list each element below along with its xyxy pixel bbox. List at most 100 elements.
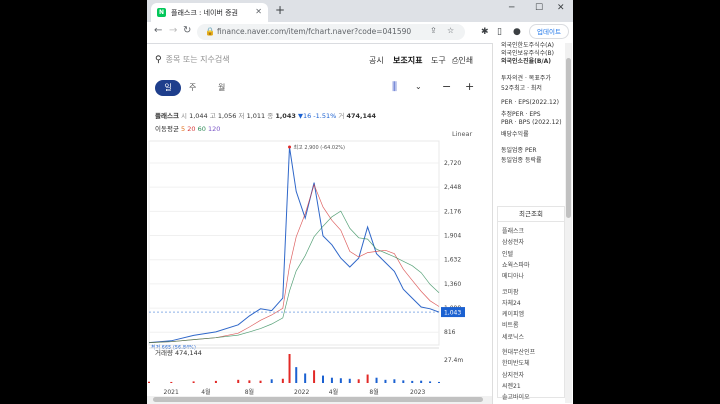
recent-item[interactable]: 솔고바이오 bbox=[502, 392, 530, 401]
price-change: ▼16 -1.51% bbox=[297, 112, 337, 120]
profile-avatar-icon[interactable]: ● bbox=[513, 27, 521, 37]
recent-item[interactable]: 세로닉스 bbox=[502, 332, 524, 341]
close-tab-icon[interactable]: ✕ bbox=[255, 7, 262, 16]
volume-title: 거래량 474,144 bbox=[155, 348, 202, 357]
chevron-down-icon[interactable]: ⌄ bbox=[415, 82, 422, 91]
recent-item[interactable]: 씨젠21 bbox=[502, 381, 521, 390]
zoom-in-icon[interactable]: + bbox=[465, 80, 474, 93]
volume-tick-label: 27.4m bbox=[444, 357, 463, 364]
y-tick-label: 2,176 bbox=[444, 208, 461, 215]
zoom-out-icon[interactable]: − bbox=[442, 80, 451, 93]
open-price: 1,044 bbox=[189, 112, 208, 120]
side-info-item: 52주최고 · 최저 bbox=[501, 85, 542, 92]
current-price-label: 1,043 bbox=[444, 310, 461, 317]
recent-item[interactable]: 인텔 bbox=[502, 249, 513, 258]
update-button[interactable]: 업데이트 bbox=[529, 24, 569, 39]
recent-item[interactable]: 삼성전자 bbox=[502, 237, 524, 246]
x-tick-label: 8월 bbox=[369, 388, 378, 396]
ma-120: 120 bbox=[207, 125, 221, 133]
recent-item[interactable]: 메디아나 bbox=[502, 271, 524, 280]
page-content: ⚲ 종목 또는 지수검색 공시 보조지표 도구 ⎙인쇄 일 주 월 ⫼ ⌄ − +… bbox=[147, 42, 573, 404]
bookmark-star-icon[interactable]: ☆ bbox=[447, 26, 454, 35]
volume-bar bbox=[339, 378, 342, 383]
x-tick-label: 8월 bbox=[245, 388, 254, 396]
minimize-icon[interactable]: ─ bbox=[509, 3, 514, 13]
volume-bar bbox=[384, 379, 387, 383]
y-tick-label: 2,720 bbox=[444, 160, 461, 167]
side-info-item: 추정PER · EPS bbox=[501, 111, 541, 118]
search-icon[interactable]: ⚲ bbox=[155, 55, 162, 65]
recent-item[interactable]: 코미팜 bbox=[502, 287, 519, 296]
close-window-icon[interactable]: ✕ bbox=[557, 3, 565, 13]
y-tick-label: 1,904 bbox=[444, 233, 461, 240]
link-indicators[interactable]: 보조지표 bbox=[393, 55, 422, 66]
tab-title: 플래스크 : 네이버 증권 bbox=[171, 9, 238, 17]
price-summary: 플래스크 시 1,044 고 1,056 저 1,011 종 1,043 ▼16… bbox=[155, 112, 377, 120]
ma-60: 60 bbox=[197, 125, 206, 133]
tab-weekly[interactable]: 주 bbox=[189, 80, 196, 96]
vertical-scroll-thumb[interactable] bbox=[566, 58, 571, 218]
recent-item[interactable]: 현대무산인프 bbox=[502, 347, 535, 356]
volume-bar bbox=[288, 354, 291, 383]
max-annotation: 최고 2,900 (-64.02%) bbox=[294, 144, 346, 151]
candlestick-icon[interactable]: ⫼ bbox=[392, 80, 397, 94]
new-tab-icon[interactable]: + bbox=[275, 3, 285, 17]
browser-tab[interactable]: N 플래스크 : 네이버 증권 ✕ bbox=[151, 3, 268, 22]
side-info-item: PER · EPS(2022.12) bbox=[501, 99, 560, 106]
x-tick-label: 2022 bbox=[294, 389, 309, 396]
side-info-item: 동일업종 PER bbox=[501, 147, 537, 154]
max-point bbox=[288, 145, 292, 149]
tab-monthly[interactable]: 월 bbox=[218, 80, 225, 96]
recent-item[interactable]: 삼지전자 bbox=[502, 370, 524, 379]
volume-bar bbox=[402, 380, 405, 383]
volume-bar bbox=[313, 370, 316, 383]
volume-value: 474,144 bbox=[346, 112, 377, 120]
volume-bar bbox=[148, 381, 150, 383]
volume-bar bbox=[420, 380, 423, 383]
recent-item[interactable]: 쇼웍스파마 bbox=[502, 260, 530, 269]
recent-item[interactable]: 자체24 bbox=[502, 298, 521, 307]
side-info-item: PBR · BPS (2022.12) bbox=[501, 119, 562, 126]
browser-window: N 플래스크 : 네이버 증권 ✕ + ─ ☐ ✕ ← → ↻ 🔒 financ… bbox=[147, 0, 573, 404]
volume-bar bbox=[214, 380, 217, 383]
sidepanel-icon[interactable]: ▯ bbox=[497, 27, 502, 37]
horizontal-scroll-thumb[interactable] bbox=[153, 397, 483, 402]
volume-bar bbox=[295, 367, 298, 383]
high-price: 1,056 bbox=[217, 112, 237, 120]
volume-bar bbox=[357, 379, 360, 383]
recent-views-title: 최근조회 bbox=[498, 207, 564, 222]
volume-bar bbox=[237, 379, 240, 383]
volume-bar bbox=[438, 381, 440, 383]
back-icon[interactable]: ← bbox=[154, 25, 162, 36]
volume-bar bbox=[375, 377, 378, 383]
x-tick-label: 4월 bbox=[201, 388, 210, 396]
moving-average-line bbox=[148, 210, 440, 343]
chart-pane: ⚲ 종목 또는 지수검색 공시 보조지표 도구 ⎙인쇄 일 주 월 ⫼ ⌄ − +… bbox=[147, 43, 493, 404]
scale-selector[interactable]: Linear bbox=[452, 130, 472, 138]
maximize-icon[interactable]: ☐ bbox=[535, 3, 543, 13]
recent-item[interactable]: 비트롬 bbox=[502, 320, 519, 329]
volume-bar bbox=[429, 381, 432, 383]
share-icon[interactable]: ⇪ bbox=[430, 26, 437, 35]
volume-bar bbox=[192, 381, 195, 383]
volume-bar bbox=[304, 373, 307, 383]
moving-average-line bbox=[148, 183, 440, 343]
volume-bar bbox=[322, 375, 324, 383]
close-price: 1,043 bbox=[275, 112, 296, 120]
link-print[interactable]: ⎙인쇄 bbox=[452, 55, 473, 66]
recent-item[interactable]: 케이피엠 bbox=[502, 309, 524, 318]
recent-item[interactable]: 플래스크 bbox=[502, 226, 524, 235]
address-bar[interactable]: 🔒 finance.naver.com/item/fchart.naver?co… bbox=[197, 24, 465, 40]
link-tools[interactable]: 도구 bbox=[431, 55, 446, 66]
link-disclosure[interactable]: 공시 bbox=[369, 55, 384, 66]
stock-search[interactable]: ⚲ 종목 또는 지수검색 bbox=[155, 54, 230, 65]
forward-icon[interactable]: → bbox=[169, 25, 177, 36]
price-line bbox=[148, 146, 440, 344]
tab-daily[interactable]: 일 bbox=[155, 80, 181, 96]
extensions-icon[interactable]: ✱ bbox=[481, 27, 489, 37]
x-tick-label: 4월 bbox=[329, 388, 338, 396]
stock-chart[interactable]: 2,7202,4482,1761,9041,6321,3601,088816최고… bbox=[147, 139, 492, 397]
reload-icon[interactable]: ↻ bbox=[183, 25, 191, 36]
recent-item[interactable]: 한미반도체 bbox=[502, 358, 530, 367]
ma-20: 20 bbox=[187, 125, 196, 133]
